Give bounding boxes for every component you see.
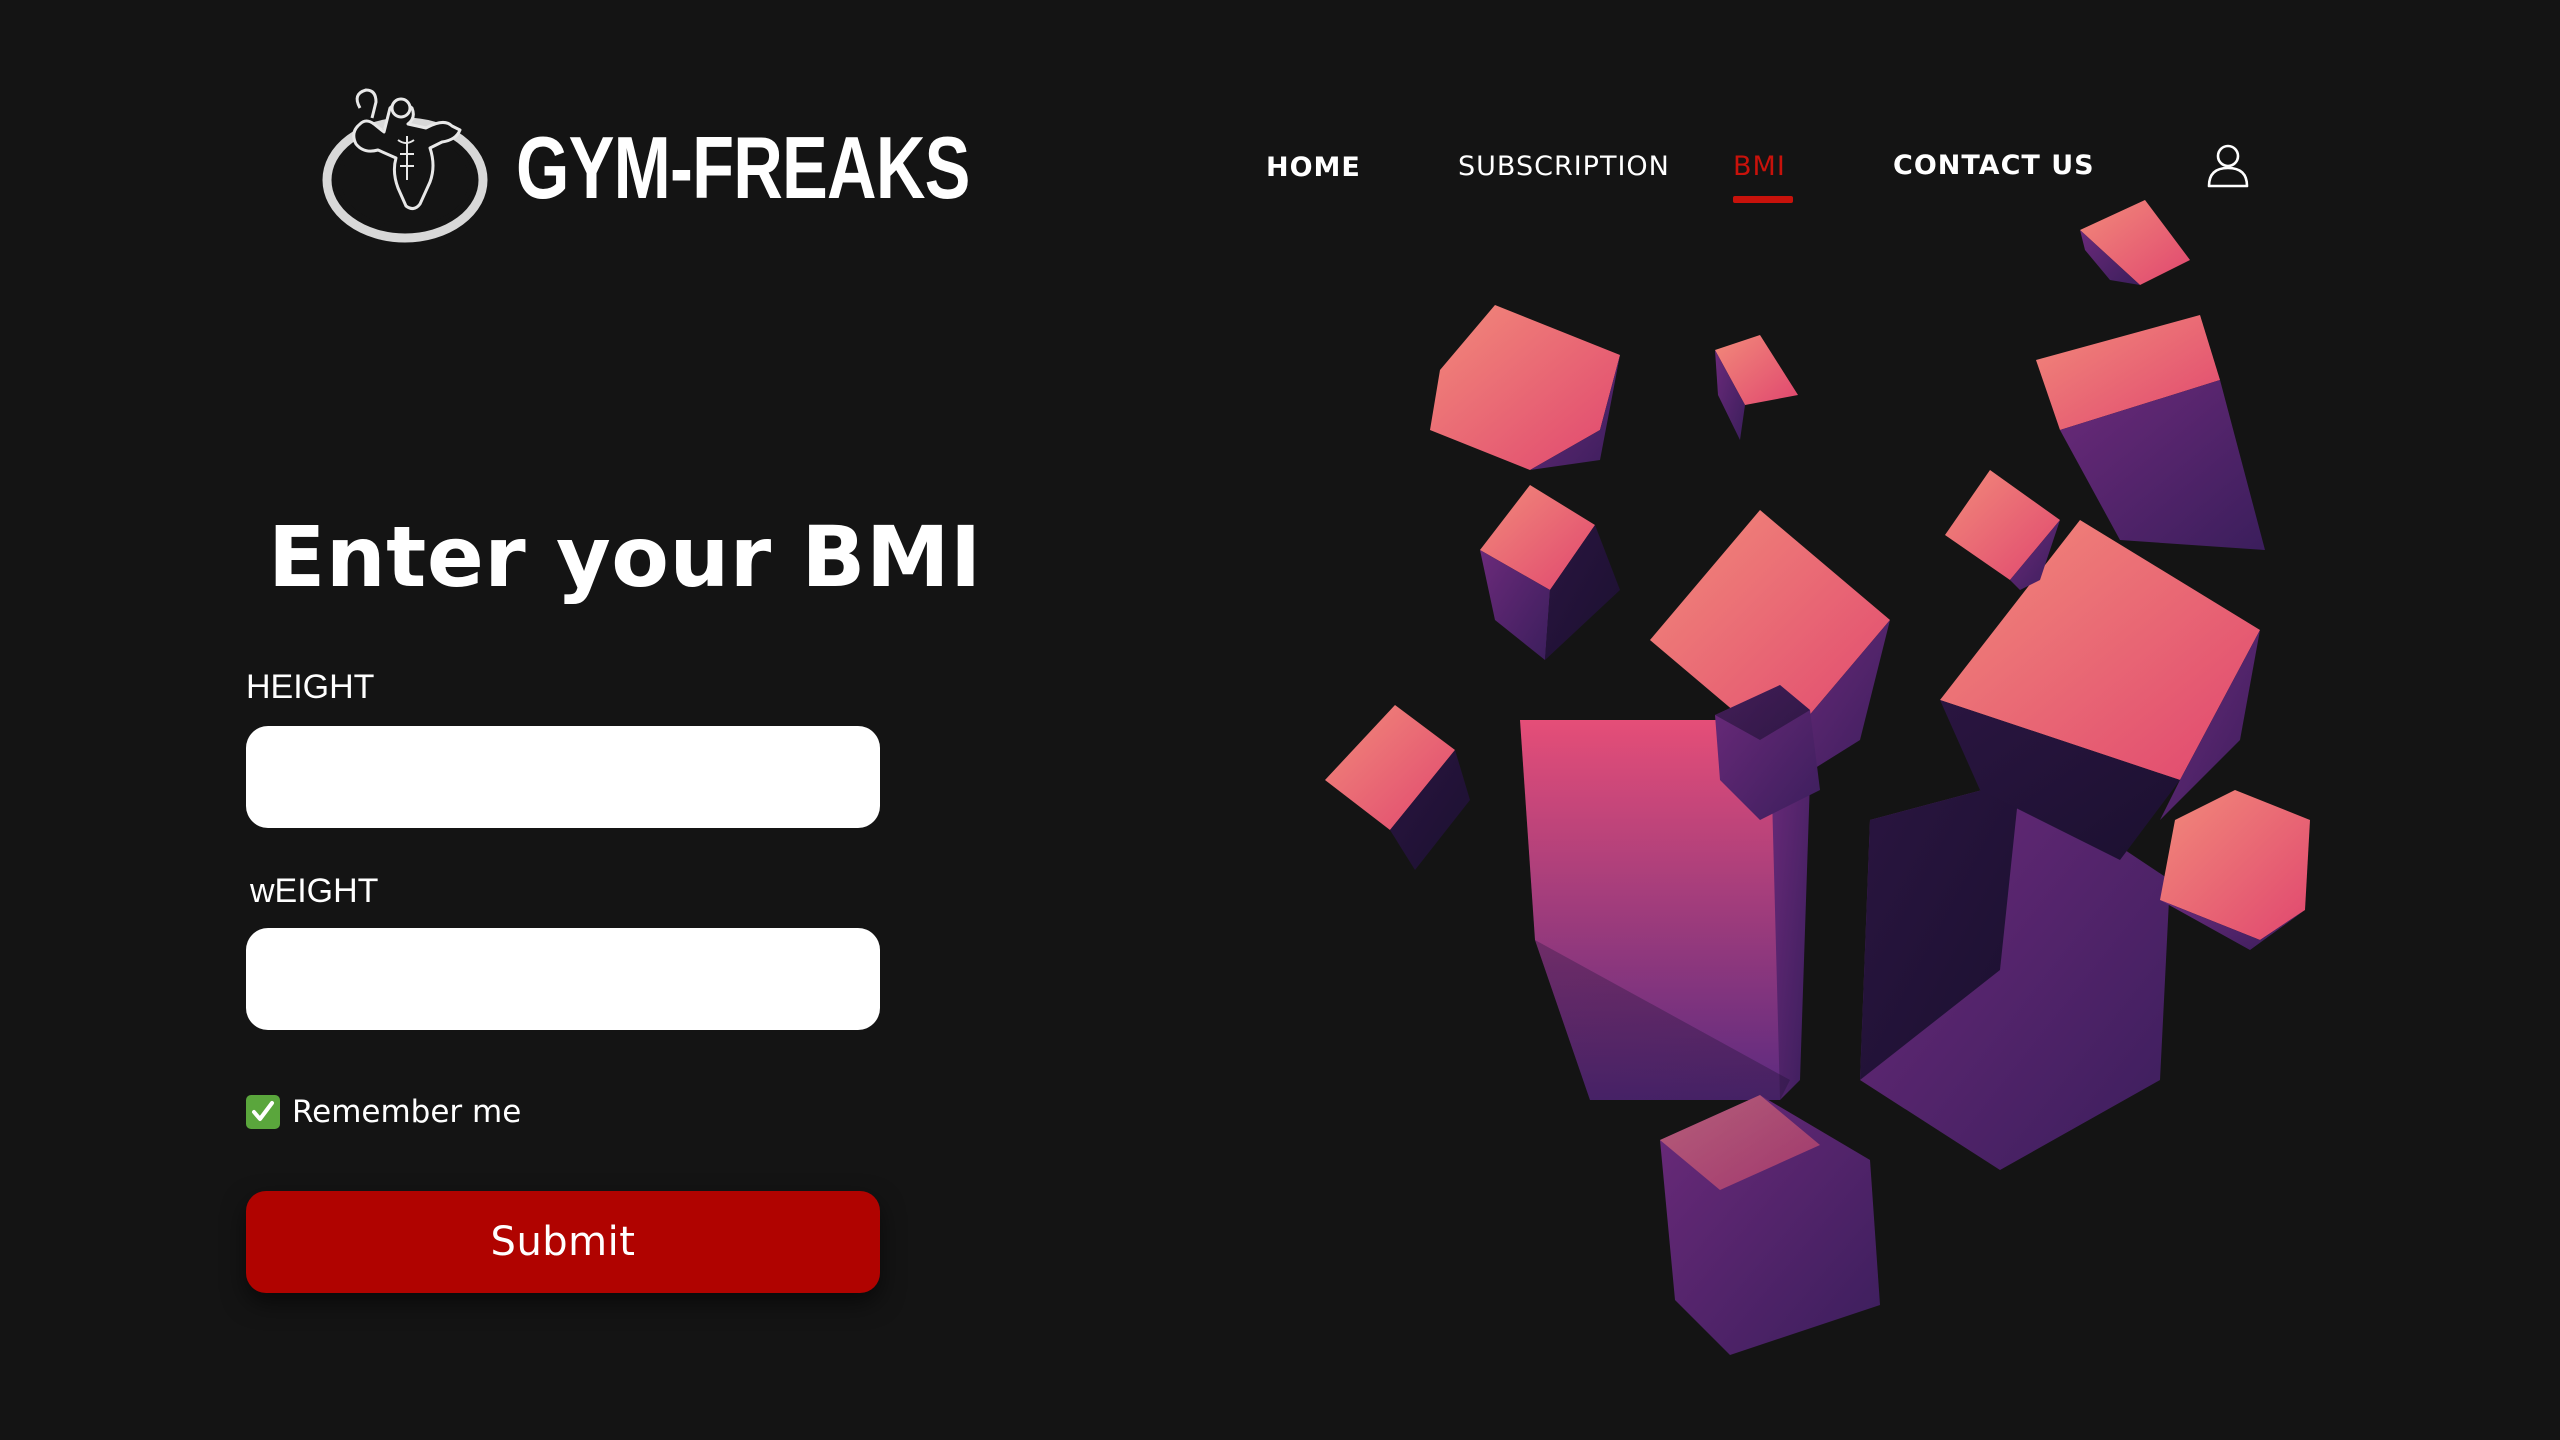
nav-home[interactable]: HOME xyxy=(1266,152,1361,183)
remember-me-row: Remember me xyxy=(246,1094,521,1130)
remember-me-checkbox[interactable] xyxy=(246,1095,280,1129)
checkmark-icon xyxy=(252,1101,274,1121)
brand-logo[interactable]: GYM-FREAKS xyxy=(320,88,970,248)
weight-input[interactable] xyxy=(246,928,880,1030)
weight-label: wEIGHT xyxy=(250,872,379,910)
floating-cubes-illustration xyxy=(1325,200,2310,1355)
nav-subscription[interactable]: SUBSCRIPTION xyxy=(1458,151,1670,182)
nav-contact-us[interactable]: CONTACT US xyxy=(1893,150,2095,181)
remember-me-label: Remember me xyxy=(292,1094,522,1130)
form-title: Enter your BMI xyxy=(268,508,982,606)
nav-bmi[interactable]: BMI xyxy=(1733,151,1786,182)
height-input[interactable] xyxy=(246,726,880,828)
brand-name: GYM-FREAKS xyxy=(516,118,970,217)
submit-button[interactable]: Submit xyxy=(246,1191,880,1293)
height-label: HEIGHT xyxy=(246,668,375,706)
bodybuilder-emblem-icon xyxy=(322,88,488,243)
